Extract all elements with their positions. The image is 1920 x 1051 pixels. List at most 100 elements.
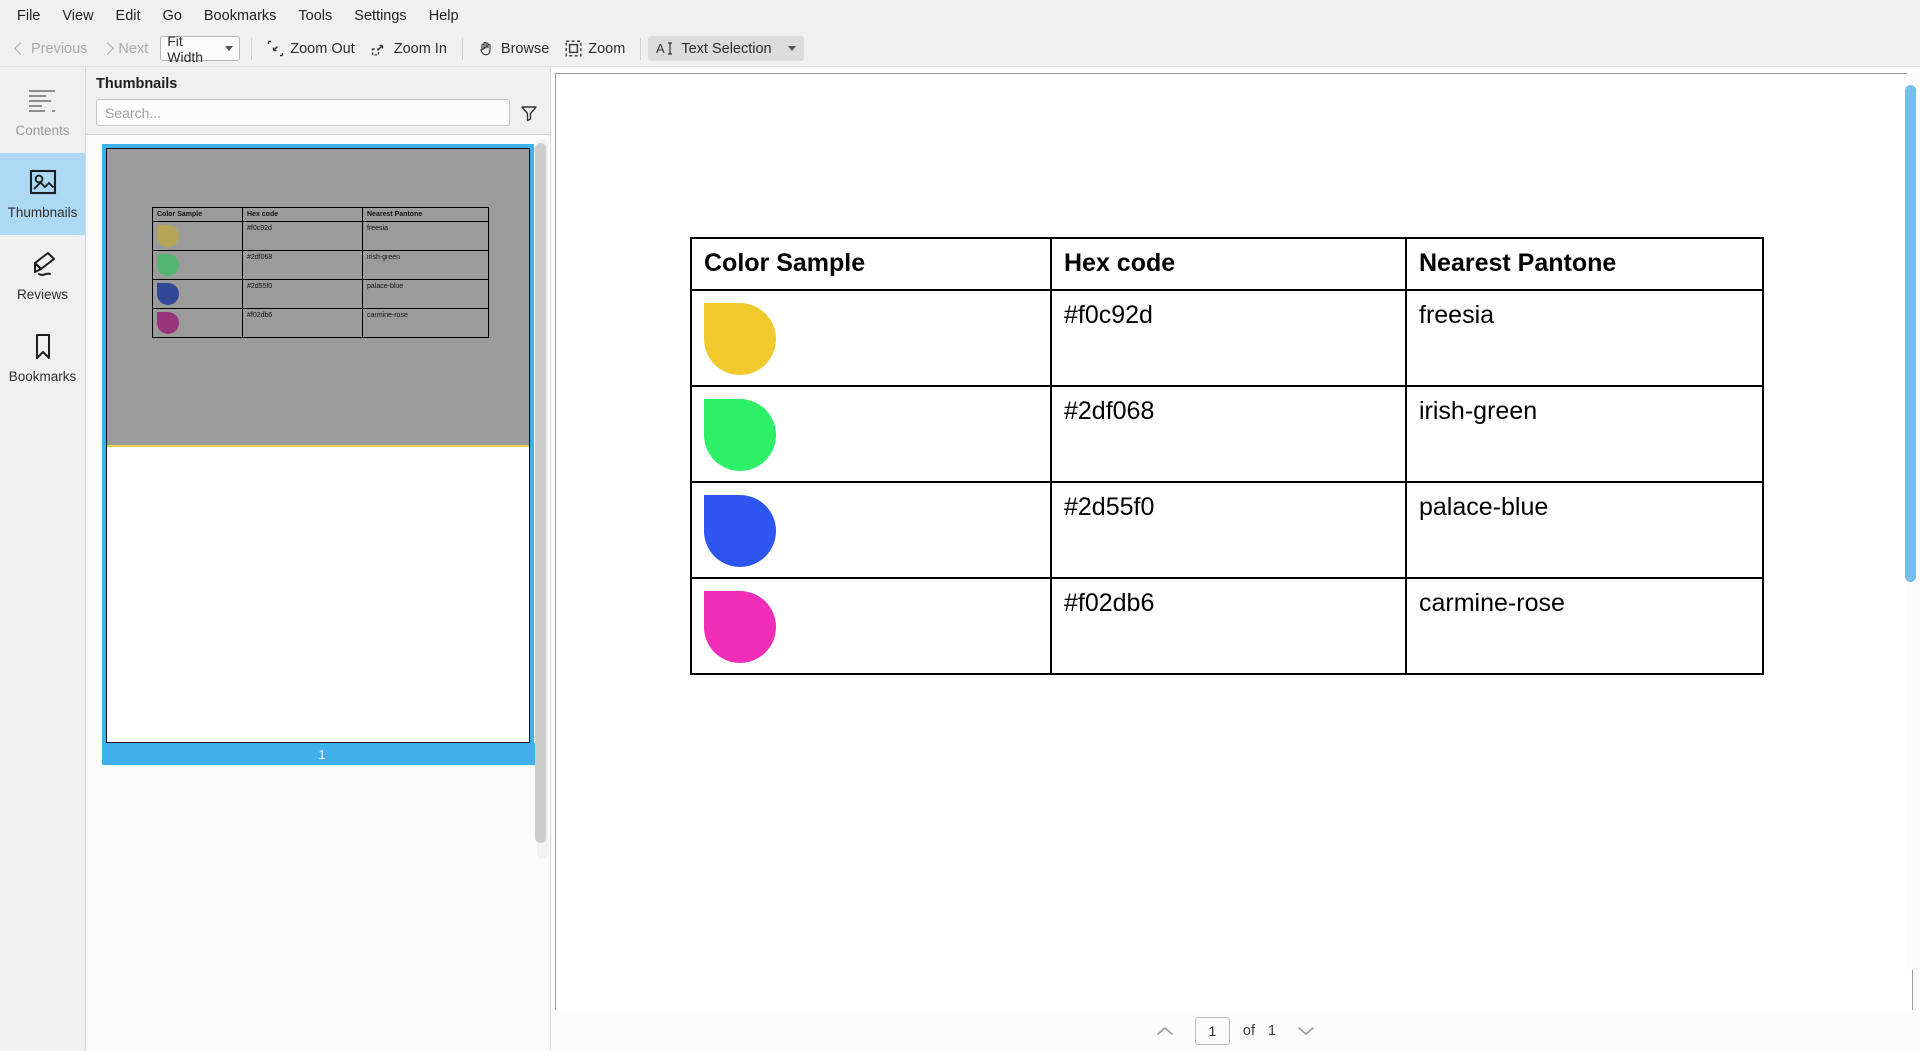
thumbnail-swatch-cell [152,221,243,251]
cell-color-sample [690,481,1052,579]
thumbnail-hex-cell: #2d55f0 [242,279,363,309]
column-header-color-sample: Color Sample [690,237,1052,291]
table-row: #f02db6 carmine-rose [690,577,1764,675]
text-selection-tool-button[interactable]: A Text Selection [648,36,804,61]
toolbar-divider-2 [461,37,463,60]
thumbnail-hex-cell: #2df068 [242,250,363,280]
sidebar-item-contents[interactable]: Contents [0,71,85,153]
menu-item-file[interactable]: File [6,3,51,29]
sidebar-item-bookmarks[interactable]: Bookmarks [0,317,85,399]
menu-item-view[interactable]: View [51,3,104,29]
bookmarks-icon [26,332,60,362]
previous-page-arrow-icon[interactable] [1148,1020,1182,1042]
cell-nearest-pantone: carmine-rose [1405,577,1764,675]
menu-item-bookmarks[interactable]: Bookmarks [193,3,288,29]
text-selection-chevron-down-icon[interactable] [787,46,796,51]
next-page-arrow-icon[interactable] [1289,1020,1323,1042]
sidebar-item-contents-label: Contents [15,123,70,138]
color-swatch [704,399,776,471]
contents-icon [26,86,60,116]
thumbnail-page-number: 1 [106,743,538,765]
thumbnail-color-swatch [157,225,179,247]
cell-color-sample [690,385,1052,483]
menu-item-go[interactable]: Go [152,3,193,29]
fit-mode-value: Fit Width [167,32,204,65]
pdf-page: Color Sample Hex code Nearest Pantone #f… [555,73,1913,1010]
fit-mode-select[interactable]: Fit Width [160,33,241,65]
thumbnails-scrollbar-track[interactable] [535,139,548,859]
color-swatch [704,591,776,663]
sidebar-item-thumbnails[interactable]: Thumbnails [0,153,85,235]
zoom-in-button[interactable]: Zoom In [363,36,455,61]
page-navigation-bar: 1 of 1 [551,1010,1920,1051]
cell-hex-code: #2d55f0 [1050,481,1407,579]
cell-nearest-pantone: freesia [1405,289,1764,387]
previous-page-button[interactable]: Previous [8,37,95,61]
cell-hex-code: #f0c92d [1050,289,1407,387]
document-scrollbar-thumb[interactable] [1905,85,1916,582]
toolbar-divider-1 [251,37,253,60]
browse-tool-button[interactable]: Browse [470,36,557,61]
chevron-left-icon [14,42,27,55]
thumbnail-pantone-cell: freesia [362,221,489,251]
thumbnail-item-1[interactable]: Color Sample Hex code Nearest Pantone #f… [102,144,538,765]
column-header-hex-code: Hex code [1050,237,1407,291]
svg-text:A: A [656,41,665,56]
table-row: #2df068 irish-green [690,385,1764,483]
main-body: Contents Thumbnails Reviews Bookmarks Th… [0,67,1920,1051]
thumbnail-table-header-row: Color Sample Hex code Nearest Pantone [152,207,489,222]
sidebar-item-bookmarks-label: Bookmarks [8,369,77,384]
thumbnail-pantone-cell: carmine-rose [362,308,489,338]
document-scrollbar-track[interactable] [1905,73,1918,970]
sidebar-item-thumbnails-label: Thumbnails [7,205,78,220]
thumbnails-panel-title: Thumbnails [96,76,178,92]
page-number-input[interactable]: 1 [1194,1016,1230,1045]
funnel-icon[interactable] [520,104,538,122]
zoom-tool-label: Zoom [588,40,626,57]
menu-item-help[interactable]: Help [418,3,470,29]
hand-icon [478,40,495,57]
menu-item-tools[interactable]: Tools [287,3,343,29]
thumbnail-pantone-cell: irish-green [362,250,489,280]
text-selection-label: Text Selection [681,40,772,57]
cell-hex-code: #f02db6 [1050,577,1407,675]
search-input[interactable] [96,99,510,126]
menu-item-edit[interactable]: Edit [105,3,152,29]
cell-color-sample [690,289,1052,387]
thumbnail-swatch-cell [152,279,243,309]
browse-label: Browse [500,40,550,57]
toolbar-divider-3 [640,37,642,60]
color-swatch [704,495,776,567]
thumbnail-table-row: #2df068 irish-green [152,250,489,280]
thumbnail-table-row: #2d55f0 palace-blue [152,279,489,309]
zoom-out-label: Zoom Out [290,40,355,57]
zoom-out-button[interactable]: Zoom Out [259,36,362,61]
zoom-region-icon [565,40,582,57]
table-row: #f0c92d freesia [690,289,1764,387]
zoom-in-icon [371,40,388,57]
thumbnail-table: Color Sample Hex code Nearest Pantone #f… [152,207,489,338]
page-of-label: of [1242,1022,1255,1039]
previous-label: Previous [31,40,88,57]
color-swatch [704,303,776,375]
thumbnails-scrollbar-thumb[interactable] [535,143,546,843]
zoom-tool-button[interactable]: Zoom [557,36,633,61]
next-page-button[interactable]: Next [95,37,156,61]
menu-item-settings[interactable]: Settings [343,3,417,29]
document-view: Color Sample Hex code Nearest Pantone #f… [551,67,1920,1051]
color-table: Color Sample Hex code Nearest Pantone #f… [690,237,1764,675]
sidebar-item-reviews-label: Reviews [16,287,68,302]
thumbnail-swatch-cell [152,308,243,338]
text-cursor-icon: A [656,40,675,57]
next-label: Next [118,40,149,57]
thumbnail-color-swatch [157,312,179,334]
thumbnail-color-swatch [157,283,179,305]
table-row: #2d55f0 palace-blue [690,481,1764,579]
thumbnail-render-overlay: Color Sample Hex code Nearest Pantone #f… [107,149,529,447]
sidebar-item-reviews[interactable]: Reviews [0,235,85,317]
sidebar-rail: Contents Thumbnails Reviews Bookmarks [0,67,86,1051]
thumbnails-icon [26,168,60,198]
thumbnail-header-pantone: Nearest Pantone [362,207,489,222]
thumbnail-color-swatch [157,254,179,276]
menu-bar: File View Edit Go Bookmarks Tools Settin… [0,0,1920,31]
